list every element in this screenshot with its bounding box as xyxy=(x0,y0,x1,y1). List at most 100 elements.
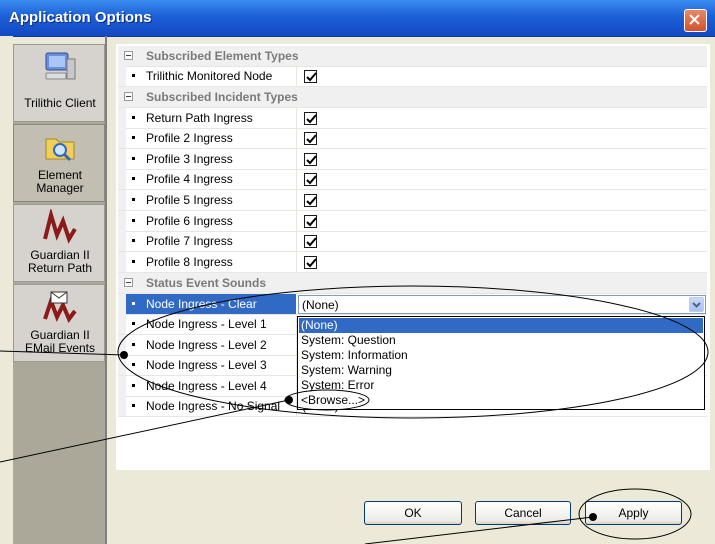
checkbox[interactable] xyxy=(304,256,317,269)
ok-button[interactable]: OK xyxy=(364,501,462,525)
property-name: Profile 6 Ingress xyxy=(146,214,233,228)
dropdown-option[interactable]: System: Warning xyxy=(299,363,703,378)
close-button[interactable] xyxy=(684,9,707,32)
bullet-icon xyxy=(132,322,135,325)
property-row[interactable]: Trilithic Monitored Node xyxy=(118,66,707,87)
category-subscribed-incident-types[interactable]: Subscribed Incident Types xyxy=(118,87,707,108)
sound-select-value: (None) xyxy=(302,298,339,312)
property-row[interactable]: Profile 4 Ingress xyxy=(118,169,707,190)
checkbox[interactable] xyxy=(304,194,317,207)
window-left-edge xyxy=(0,36,13,544)
property-name: Profile 8 Ingress xyxy=(146,255,233,269)
bullet-icon xyxy=(132,74,135,77)
close-icon xyxy=(689,14,700,25)
checkmark-icon xyxy=(306,196,317,206)
category-status-event-sounds[interactable]: Status Event Sounds xyxy=(118,273,707,294)
checkbox[interactable] xyxy=(304,215,317,228)
sidebar-item-guardian-return-path[interactable]: Guardian II Return Path xyxy=(13,204,105,282)
property-row[interactable]: Profile 5 Ingress xyxy=(118,190,707,211)
checkmark-icon xyxy=(306,134,317,144)
bullet-icon xyxy=(132,302,135,305)
dropdown-option-browse[interactable]: <Browse...> xyxy=(299,393,703,408)
sidebar-item-guardian-email-events[interactable]: Guardian II EMail Events xyxy=(13,284,105,362)
checkbox[interactable] xyxy=(304,70,317,83)
checkmark-icon xyxy=(306,114,317,124)
application-options-window: Application Options Trilithic Client Ele… xyxy=(0,0,715,544)
property-name: Profile 5 Ingress xyxy=(146,193,233,207)
checkmark-icon xyxy=(306,72,317,82)
category-label: Subscribed Element Types xyxy=(146,49,299,63)
property-name: Profile 2 Ingress xyxy=(146,131,233,145)
dropdown-option[interactable]: System: Question xyxy=(299,333,703,348)
collapse-icon[interactable] xyxy=(124,278,133,287)
property-name: Node Ingress - No Signal xyxy=(146,399,281,413)
checkmark-icon xyxy=(306,237,317,247)
property-name: Profile 3 Ingress xyxy=(146,152,233,166)
property-row[interactable]: Profile 8 Ingress xyxy=(118,252,707,273)
checkbox[interactable] xyxy=(304,235,317,248)
sound-dropdown-list[interactable]: (None) System: Question System: Informat… xyxy=(297,316,705,410)
collapse-icon[interactable] xyxy=(124,51,133,60)
property-row[interactable]: Return Path Ingress xyxy=(118,108,707,129)
bullet-icon xyxy=(132,343,135,346)
sidebar-item-trilithic-client[interactable]: Trilithic Client xyxy=(13,44,105,122)
category-label: Subscribed Incident Types xyxy=(146,90,298,104)
checkmark-icon xyxy=(306,217,317,227)
sidebar-item-label: Guardian II Return Path xyxy=(27,248,93,275)
chevron-down-icon xyxy=(692,302,701,308)
bullet-icon xyxy=(132,219,135,222)
sound-select[interactable]: (None) xyxy=(298,295,706,314)
property-row[interactable]: Profile 2 Ingress xyxy=(118,128,707,149)
title-bar[interactable]: Application Options xyxy=(0,0,715,37)
property-name: Profile 7 Ingress xyxy=(146,234,233,248)
property-name: Node Ingress - Clear xyxy=(146,297,257,311)
checkmark-icon xyxy=(306,175,317,185)
property-name: Node Ingress - Level 2 xyxy=(146,338,267,352)
property-name: Return Path Ingress xyxy=(146,111,253,125)
waveform-icon xyxy=(43,209,77,244)
bullet-icon xyxy=(132,404,135,407)
property-name: Node Ingress - Level 3 xyxy=(146,358,267,372)
checkmark-icon xyxy=(306,155,317,165)
checkbox[interactable] xyxy=(304,112,317,125)
property-row-selected[interactable]: Node Ingress - Clear (None) xyxy=(118,294,707,315)
bullet-icon xyxy=(132,177,135,180)
dropdown-option[interactable]: System: Information xyxy=(299,348,703,363)
sidebar-divider xyxy=(105,36,107,544)
category-label: Status Event Sounds xyxy=(146,276,267,290)
folder-search-icon xyxy=(45,138,75,162)
bullet-icon xyxy=(132,260,135,263)
property-name: Profile 4 Ingress xyxy=(146,172,233,186)
sidebar-item-label: Trilithic Client xyxy=(24,96,96,110)
category-subscribed-element-types[interactable]: Subscribed Element Types xyxy=(118,46,707,67)
bullet-icon xyxy=(132,198,135,201)
property-name: Node Ingress - Level 1 xyxy=(146,317,267,331)
computer-icon xyxy=(45,52,76,80)
bullet-icon xyxy=(132,239,135,242)
dropdown-option[interactable]: (None) xyxy=(299,318,703,333)
property-row[interactable]: Profile 3 Ingress xyxy=(118,149,707,170)
collapse-icon[interactable] xyxy=(124,92,133,101)
sidebar-item-element-manager[interactable]: Element Manager xyxy=(13,124,105,202)
sidebar: Trilithic Client Element Manager Guardia… xyxy=(13,44,105,544)
window-title: Application Options xyxy=(9,9,152,26)
bullet-icon xyxy=(132,157,135,160)
bullet-icon xyxy=(132,363,135,366)
checkmark-icon xyxy=(306,258,317,268)
dropdown-option[interactable]: System: Error xyxy=(299,378,703,393)
property-name: Node Ingress - Level 4 xyxy=(146,379,267,393)
dropdown-button[interactable] xyxy=(689,297,704,312)
bullet-icon xyxy=(132,136,135,139)
property-row[interactable]: Profile 6 Ingress xyxy=(118,211,707,232)
checkbox[interactable] xyxy=(304,132,317,145)
bullet-icon xyxy=(132,384,135,387)
apply-button[interactable]: Apply xyxy=(585,501,682,525)
property-name: Trilithic Monitored Node xyxy=(146,69,273,83)
property-row[interactable]: Profile 7 Ingress xyxy=(118,231,707,252)
sidebar-item-label: Element Manager xyxy=(36,168,84,195)
cancel-button[interactable]: Cancel xyxy=(475,501,571,525)
bullet-icon xyxy=(132,116,135,119)
checkbox[interactable] xyxy=(304,153,317,166)
waveform-email-icon xyxy=(43,291,77,323)
checkbox[interactable] xyxy=(304,173,317,186)
